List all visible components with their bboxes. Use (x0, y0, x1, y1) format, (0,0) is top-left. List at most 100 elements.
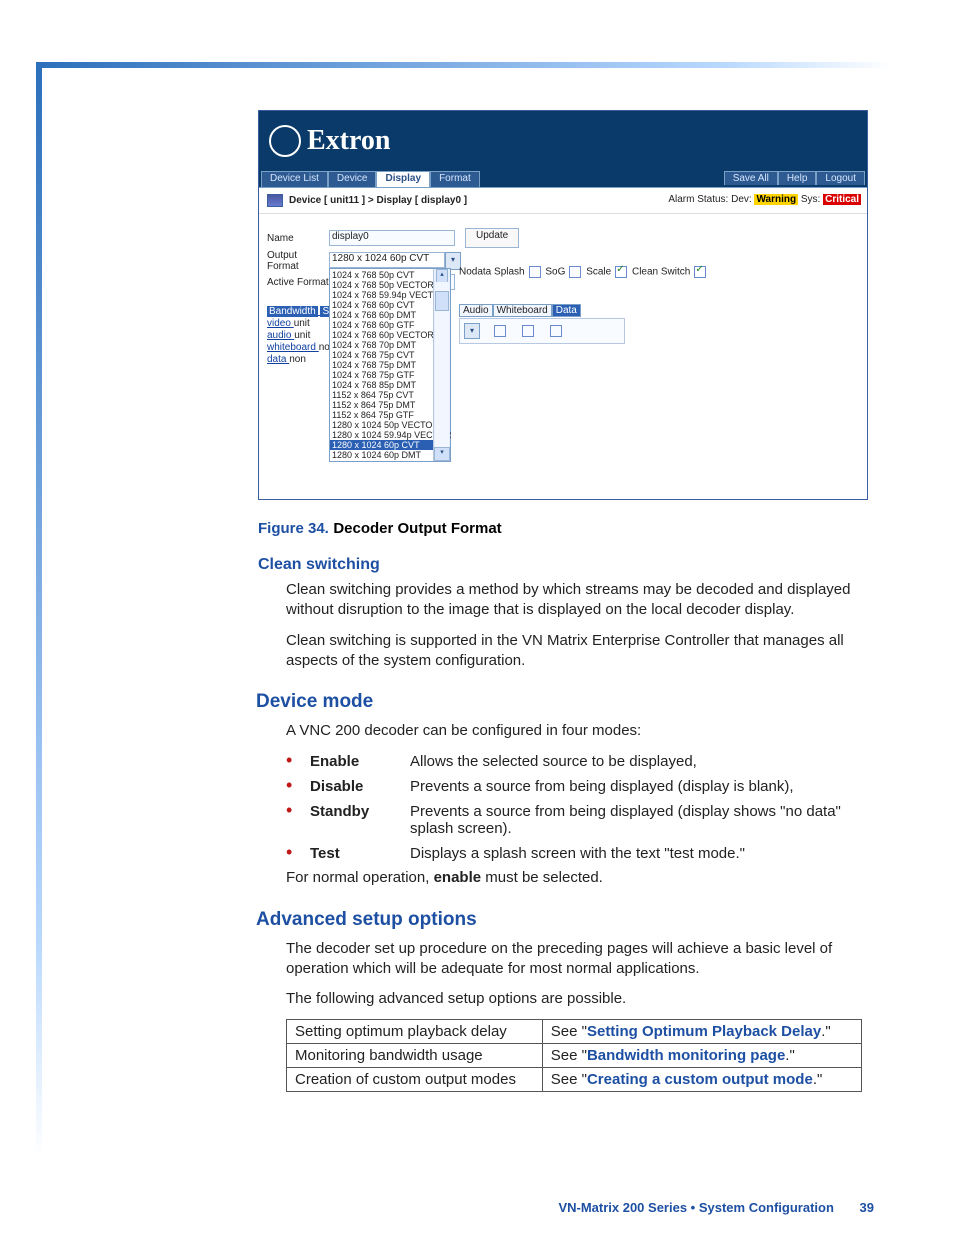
tab-format[interactable]: Format (430, 171, 480, 187)
name-label: Name (267, 233, 329, 244)
brand-name: Extron (307, 125, 391, 157)
update-button[interactable]: Update (465, 228, 519, 248)
scroll-thumb[interactable] (435, 291, 449, 311)
subtab-whiteboard[interactable]: Whiteboard (493, 304, 552, 317)
device-intro: A VNC 200 decoder can be configured in f… (286, 721, 864, 741)
dropdown-option[interactable]: 1280 x 1024 59.94p VECTOR (330, 430, 450, 440)
scroll-down-icon[interactable]: ▾ (434, 447, 450, 461)
output-format-dropdown[interactable]: 1280 x 1024 60p CVT▾ 1024 x 768 50p CVT1… (329, 252, 461, 270)
cross-reference-link[interactable]: Bandwidth monitoring page (587, 1047, 785, 1064)
mode-desc: Allows the selected source to be display… (410, 753, 864, 770)
subtab-audio[interactable]: Audio (459, 304, 493, 317)
adv-left: Monitoring bandwidth usage (287, 1044, 543, 1068)
critical-badge: Critical (823, 194, 861, 205)
mode-list: • EnableAllows the selected source to be … (286, 751, 864, 862)
cross-reference-link[interactable]: Setting Optimum Playback Delay (587, 1023, 821, 1040)
scale-checkbox[interactable] (615, 266, 627, 278)
tab-display[interactable]: Display (376, 171, 430, 187)
adv-left: Setting optimum playback delay (287, 1020, 543, 1044)
dropdown-option[interactable]: 1024 x 768 60p GTF (330, 320, 450, 330)
figure-caption: Figure 34. Decoder Output Format (258, 520, 864, 538)
heading-clean-switching: Clean switching (258, 556, 864, 574)
table-row: Monitoring bandwidth usageSee "Bandwidth… (287, 1044, 862, 1068)
bullet-icon: • (286, 843, 298, 861)
dropdown-value[interactable]: 1280 x 1024 60p CVT (329, 252, 445, 268)
dropdown-option[interactable]: 1024 x 768 59.94p VECTOR (330, 290, 450, 300)
sog-checkbox[interactable] (569, 266, 581, 278)
dropdown-option[interactable]: 1024 x 768 75p DMT (330, 360, 450, 370)
dropdown-option[interactable]: 1280 x 1024 60p CVT (330, 440, 450, 450)
dropdown-option[interactable]: 1152 x 864 75p CVT (330, 390, 450, 400)
dropdown-option[interactable]: 1152 x 864 75p DMT (330, 400, 450, 410)
mode-name: Enable (310, 753, 410, 770)
device-outro: For normal operation, enable must be sel… (286, 868, 864, 888)
scrollbar[interactable]: ▴ ▾ (433, 269, 450, 461)
page-left-border (36, 62, 42, 1158)
dropdown-list[interactable]: 1024 x 768 50p CVT1024 x 768 50p VECTOR1… (329, 268, 451, 462)
figure-title: Decoder Output Format (333, 520, 501, 537)
subtab-row: Audio Whiteboard Data (459, 304, 581, 317)
breadcrumb-text: Device [ unit11 ] > Display [ display0 ] (289, 195, 467, 206)
active-format-label: Active Format (267, 277, 329, 288)
mode-name: Test (310, 845, 410, 862)
dropdown-option[interactable]: 1024 x 768 60p VECTOR (330, 330, 450, 340)
heading-device-mode: Device mode (256, 691, 864, 713)
adv-right: See "Creating a custom output mode." (542, 1068, 861, 1092)
scale-label: Scale (586, 267, 611, 278)
bandwidth-header: Bandwidth (267, 306, 318, 317)
tab-help[interactable]: Help (778, 171, 817, 185)
subtab-body: ▾ (459, 318, 625, 344)
alarm-status: Alarm Status: Dev: Warning Sys: Critical (668, 194, 861, 205)
logo-mark-icon (269, 125, 301, 157)
tab-save-all[interactable]: Save All (724, 171, 778, 185)
dropdown-option[interactable]: 1024 x 768 75p GTF (330, 370, 450, 380)
tab-device-list[interactable]: Device List (261, 171, 328, 187)
app-screenshot: Extron Device List Device Display Format… (258, 110, 868, 500)
subtab-check-1[interactable] (494, 325, 506, 337)
clean-checkbox[interactable] (694, 266, 706, 278)
page-number: 39 (860, 1200, 874, 1215)
dropdown-option[interactable]: 1024 x 768 60p DMT (330, 310, 450, 320)
brand-logo: Extron (269, 125, 391, 157)
app-header: Extron (259, 111, 867, 171)
page-footer: VN-Matrix 200 Series • System Configurat… (558, 1200, 874, 1215)
dropdown-option[interactable]: 1280 x 1024 60p DMT (330, 450, 450, 460)
bullet-icon: • (286, 751, 298, 769)
subtab-check-2[interactable] (522, 325, 534, 337)
dropdown-option[interactable]: 1024 x 768 70p DMT (330, 340, 450, 350)
footer-text: VN-Matrix 200 Series • System Configurat… (558, 1200, 833, 1215)
mode-row: • TestDisplays a splash screen with the t… (286, 843, 864, 862)
dropdown-option[interactable]: 1280 x 1024 50p VECTOR (330, 420, 450, 430)
subtab-check-3[interactable] (550, 325, 562, 337)
mode-name: Standby (310, 803, 410, 820)
bullet-icon: • (286, 776, 298, 794)
cross-reference-link[interactable]: Creating a custom output mode (587, 1071, 813, 1088)
breadcrumb-bar: Device [ unit11 ] > Display [ display0 ]… (259, 188, 867, 214)
mode-desc: Displays a splash screen with the text "… (410, 845, 864, 862)
monitor-icon (267, 194, 283, 207)
tab-device[interactable]: Device (328, 171, 377, 187)
nodata-checkbox[interactable] (529, 266, 541, 278)
heading-advanced-setup: Advanced setup options (256, 909, 864, 931)
adv-left: Creation of custom output modes (287, 1068, 543, 1092)
scroll-up-icon[interactable]: ▴ (436, 269, 448, 283)
dropdown-option[interactable]: 1024 x 768 60p CVT (330, 300, 450, 310)
bullet-icon: • (286, 801, 298, 819)
mode-row: • EnableAllows the selected source to be … (286, 751, 864, 770)
mode-name: Disable (310, 778, 410, 795)
dropdown-option[interactable]: 1024 x 768 50p CVT (330, 270, 450, 280)
warning-badge: Warning (754, 194, 798, 205)
name-input[interactable]: display0 (329, 230, 455, 246)
advanced-table: Setting optimum playback delaySee "Setti… (286, 1019, 862, 1092)
tab-bar: Device List Device Display Format Save A… (259, 171, 867, 188)
table-row: Setting optimum playback delaySee "Setti… (287, 1020, 862, 1044)
chevron-down-icon[interactable]: ▾ (464, 323, 480, 339)
subtab-data[interactable]: Data (552, 304, 581, 317)
adv-right: See "Setting Optimum Playback Delay." (542, 1020, 861, 1044)
dropdown-option[interactable]: 1024 x 768 85p DMT (330, 380, 450, 390)
dropdown-option[interactable]: 1152 x 864 75p GTF (330, 410, 450, 420)
dropdown-option[interactable]: 1024 x 768 75p CVT (330, 350, 450, 360)
sog-label: SoG (545, 267, 565, 278)
tab-logout[interactable]: Logout (816, 171, 865, 185)
dropdown-option[interactable]: 1024 x 768 50p VECTOR (330, 280, 450, 290)
